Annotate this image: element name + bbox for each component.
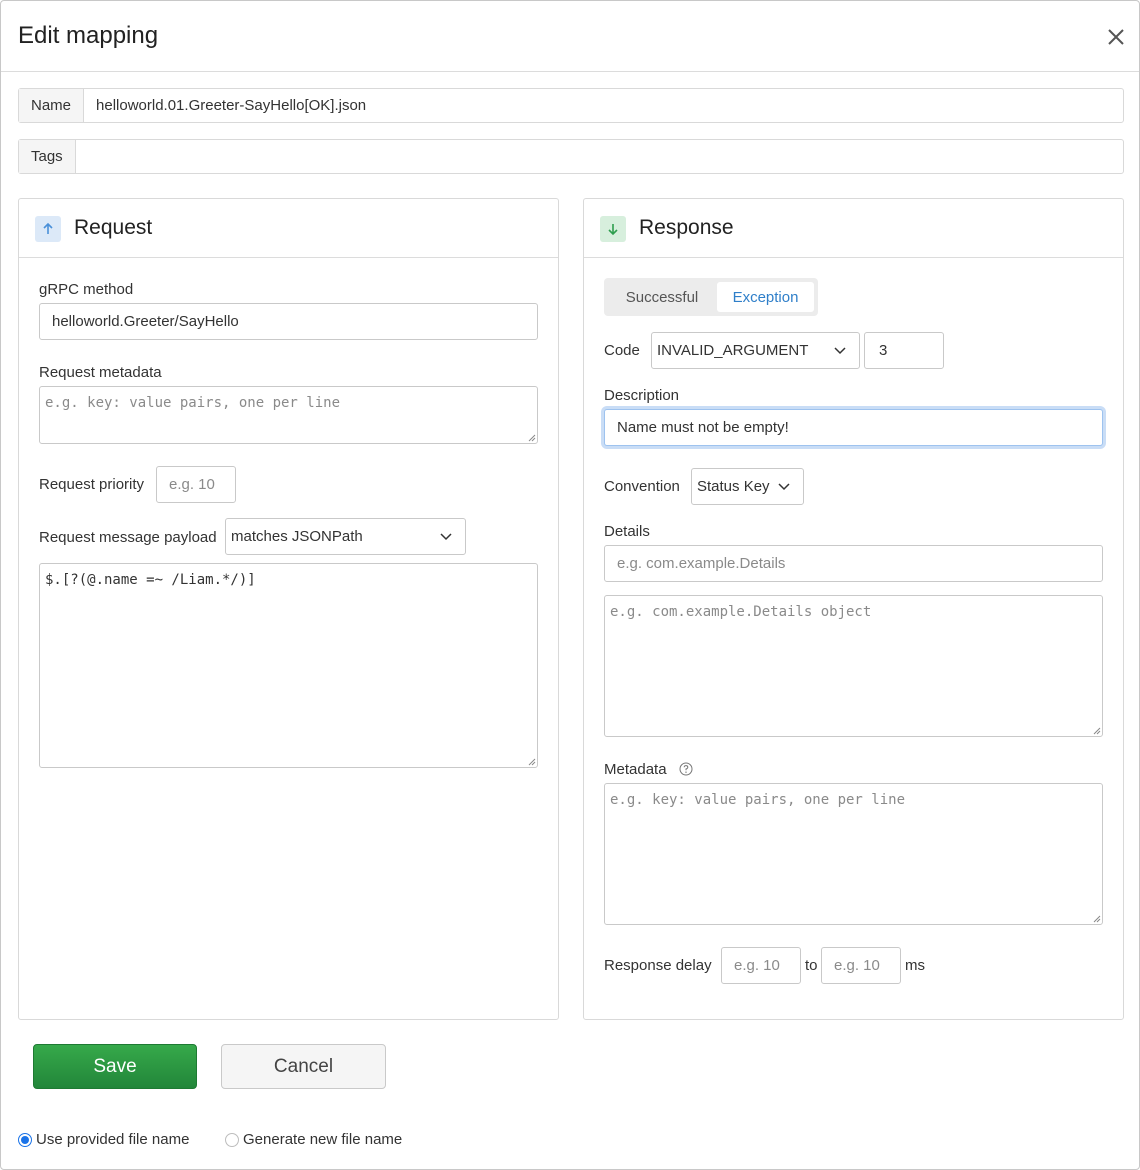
request-priority-placeholder: e.g. 10 — [169, 476, 215, 493]
response-metadata-placeholder: e.g. key: value pairs, one per line — [610, 792, 906, 808]
tags-field: Tags — [18, 139, 1124, 174]
request-metadata-label: Request metadata — [39, 364, 162, 381]
response-metadata-textarea[interactable]: e.g. key: value pairs, one per line — [604, 783, 1103, 925]
edit-mapping-dialog: Edit mapping Name helloworld.01.Greeter-… — [0, 0, 1140, 1170]
description-label: Description — [604, 387, 680, 404]
close-icon[interactable] — [1105, 26, 1127, 48]
response-panel-header: Response — [584, 199, 1123, 258]
radio-generate-new-file-name[interactable]: Generate new file name — [225, 1131, 402, 1148]
delay-from-input[interactable]: e.g. 10 — [721, 947, 801, 984]
cancel-button[interactable]: Cancel — [221, 1044, 386, 1089]
resize-grip-icon[interactable] — [1092, 914, 1101, 923]
code-label: Code — [604, 342, 640, 359]
response-type-toggle: Successful Exception — [604, 278, 818, 316]
resize-grip-icon[interactable] — [527, 757, 536, 766]
arrow-up-icon — [35, 216, 61, 242]
grpc-method-label: gRPC method — [39, 281, 134, 298]
request-panel-header: Request — [19, 199, 558, 258]
help-icon[interactable] — [679, 762, 693, 776]
dialog-header: Edit mapping — [1, 1, 1139, 72]
delay-to-placeholder: e.g. 10 — [834, 957, 880, 974]
grpc-method-value: helloworld.Greeter/SayHello — [52, 313, 239, 330]
name-label: Name — [19, 89, 85, 122]
resize-grip-icon[interactable] — [527, 433, 536, 442]
grpc-method-input[interactable]: helloworld.Greeter/SayHello — [39, 303, 538, 340]
arrow-down-icon — [600, 216, 626, 242]
tab-exception[interactable]: Exception — [717, 282, 814, 312]
save-button[interactable]: Save — [33, 1044, 197, 1089]
radio-use-provided-file-name[interactable]: Use provided file name — [18, 1131, 189, 1148]
chevron-down-icon — [440, 532, 452, 540]
name-input[interactable]: helloworld.01.Greeter-SayHello[OK].json — [84, 89, 1123, 122]
code-number-value: 3 — [879, 342, 888, 359]
radio-use-provided-label: Use provided file name — [36, 1131, 190, 1148]
tags-input[interactable] — [76, 140, 1123, 173]
request-payload-value: $.[?(@.name =~ /Liam.*/)] — [45, 572, 256, 588]
request-payload-label: Request message payload — [39, 529, 217, 546]
details-object-placeholder: e.g. com.example.Details object — [610, 604, 872, 620]
description-input[interactable]: Name must not be empty! — [604, 409, 1103, 446]
payload-matcher-value: matches JSONPath — [231, 528, 363, 545]
request-title: Request — [74, 216, 153, 239]
code-select-value: INVALID_ARGUMENT — [657, 342, 809, 359]
request-priority-label: Request priority — [39, 476, 145, 493]
response-panel: Response Successful Exception Code INVAL… — [583, 198, 1124, 1020]
radio-generate-new-label: Generate new file name — [243, 1131, 403, 1148]
details-label: Details — [604, 523, 650, 540]
request-metadata-textarea[interactable]: e.g. key: value pairs, one per line — [39, 386, 538, 444]
chevron-down-icon — [834, 346, 846, 354]
request-priority-input[interactable]: e.g. 10 — [156, 466, 236, 503]
description-value: Name must not be empty! — [617, 419, 789, 436]
chevron-down-icon — [778, 482, 790, 490]
payload-matcher-select[interactable]: matches JSONPath — [225, 518, 466, 555]
dialog-title: Edit mapping — [18, 22, 159, 49]
details-type-placeholder: e.g. com.example.Details — [617, 555, 786, 572]
delay-to-label: to — [805, 957, 818, 974]
tags-label: Tags — [19, 140, 76, 173]
response-delay-label: Response delay — [604, 957, 712, 974]
delay-from-placeholder: e.g. 10 — [734, 957, 780, 974]
radio-unchecked-icon[interactable] — [225, 1132, 239, 1147]
code-select[interactable]: INVALID_ARGUMENT — [651, 332, 860, 369]
resize-grip-icon[interactable] — [1092, 726, 1101, 735]
name-field: Name helloworld.01.Greeter-SayHello[OK].… — [18, 88, 1124, 123]
metadata-label: Metadata — [604, 761, 667, 778]
request-metadata-placeholder: e.g. key: value pairs, one per line — [45, 395, 341, 411]
convention-label: Convention — [604, 478, 680, 495]
response-title: Response — [639, 216, 734, 239]
delay-unit-label: ms — [905, 957, 925, 974]
delay-to-input[interactable]: e.g. 10 — [821, 947, 901, 984]
convention-select-value: Status Key — [697, 478, 770, 495]
details-object-textarea[interactable]: e.g. com.example.Details object — [604, 595, 1103, 737]
request-panel: Request gRPC method helloworld.Greeter/S… — [18, 198, 559, 1020]
details-type-input[interactable]: e.g. com.example.Details — [604, 545, 1103, 582]
convention-select[interactable]: Status Key — [691, 468, 804, 505]
radio-checked-icon[interactable] — [18, 1132, 32, 1147]
code-number-input[interactable]: 3 — [864, 332, 944, 369]
request-payload-textarea[interactable]: $.[?(@.name =~ /Liam.*/)] — [39, 563, 538, 768]
tab-successful[interactable]: Successful — [608, 282, 716, 312]
